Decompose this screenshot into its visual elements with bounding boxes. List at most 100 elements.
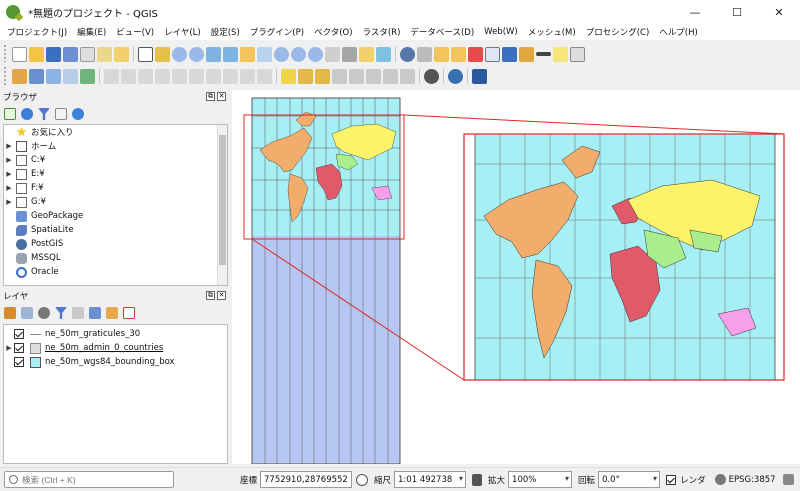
scroll-thumb[interactable]: [219, 135, 226, 265]
layer-item[interactable]: ne_50m_wgs84_bounding_box: [4, 355, 227, 369]
zoom-full-icon[interactable]: [223, 46, 238, 62]
layer-item[interactable]: ▶ ne_50m_admin_0_countries: [4, 341, 227, 355]
expand-arrow-icon[interactable]: ▶: [4, 184, 14, 192]
toolbar-grip[interactable]: [4, 45, 8, 63]
refresh-icon[interactable]: [376, 46, 391, 62]
locator-bar[interactable]: [4, 471, 174, 488]
map-tips-icon[interactable]: [553, 46, 568, 62]
new-print-layout-icon[interactable]: [80, 46, 95, 62]
menu-web[interactable]: Web(W): [479, 27, 523, 37]
zoom-native-icon[interactable]: [274, 46, 289, 62]
digitize-pencil-icon[interactable]: [104, 68, 119, 84]
layer-visibility-checkbox[interactable]: [14, 343, 24, 353]
virtual-layer-icon[interactable]: [63, 68, 78, 84]
undock-icon[interactable]: ⧉: [206, 92, 215, 101]
text-annotation-icon[interactable]: [570, 46, 585, 62]
data-source-manager-icon[interactable]: [12, 68, 27, 84]
filter-icon[interactable]: [38, 108, 50, 120]
layout-manager-icon[interactable]: [97, 46, 112, 62]
zoom-in-icon[interactable]: [172, 46, 187, 62]
paste-icon[interactable]: [223, 68, 238, 84]
pin-labels-icon[interactable]: [332, 68, 347, 84]
map-canvas[interactable]: [232, 90, 800, 464]
zoom-to-layer-icon[interactable]: [257, 46, 272, 62]
minimize-button[interactable]: —: [674, 0, 716, 24]
new-shapefile-icon[interactable]: [80, 68, 95, 84]
menu-settings[interactable]: 設定(S): [206, 26, 245, 38]
layer-labeling-icon[interactable]: [298, 68, 313, 84]
menu-help[interactable]: ヘルプ(H): [654, 26, 703, 38]
menu-raster[interactable]: ラスタ(R): [358, 26, 406, 38]
undock-icon[interactable]: ⧉: [206, 291, 215, 300]
magnifier-spinbox[interactable]: 100%: [508, 471, 573, 488]
browser-item[interactable]: ▶ E:¥: [4, 167, 227, 181]
browser-item[interactable]: ▶ ホーム: [4, 139, 227, 153]
cut-icon[interactable]: [189, 68, 204, 84]
zoom-to-selection-icon[interactable]: [240, 46, 255, 62]
menu-processing[interactable]: プロセシング(C): [581, 26, 655, 38]
add-feature-icon[interactable]: [138, 68, 153, 84]
measure-icon[interactable]: [536, 52, 551, 56]
browser-item[interactable]: お気に入り: [4, 125, 227, 139]
browser-item[interactable]: SpatiaLite: [4, 223, 227, 237]
coordinate-field[interactable]: 7752910,28769552: [260, 471, 353, 488]
browser-item[interactable]: MSSQL: [4, 251, 227, 265]
browser-item[interactable]: ▶ F:¥: [4, 181, 227, 195]
menu-plugins[interactable]: プラグイン(P): [245, 26, 309, 38]
expand-arrow-icon[interactable]: ▶: [4, 344, 14, 352]
menu-vector[interactable]: ベクタ(O): [309, 26, 357, 38]
actions-icon[interactable]: [417, 46, 432, 62]
scale-combobox[interactable]: 1:01 492738: [394, 471, 467, 488]
copy-icon[interactable]: [206, 68, 221, 84]
refresh-icon[interactable]: [21, 108, 33, 120]
layer-styling-icon[interactable]: [4, 307, 16, 319]
menu-layer[interactable]: レイヤ(L): [159, 26, 206, 38]
menu-project[interactable]: プロジェクト(J): [2, 26, 72, 38]
new-project-icon[interactable]: [12, 46, 27, 62]
style-manager-icon[interactable]: [114, 46, 129, 62]
close-panel-icon[interactable]: ✕: [217, 291, 226, 300]
remove-layer-icon[interactable]: [123, 307, 135, 319]
map-view[interactable]: [232, 90, 800, 464]
undo-icon[interactable]: [240, 68, 255, 84]
save-edits-icon[interactable]: [121, 68, 136, 84]
menu-edit[interactable]: 編集(E): [72, 26, 111, 38]
open-project-icon[interactable]: [29, 46, 44, 62]
menu-view[interactable]: ビュー(V): [111, 26, 159, 38]
filter-by-expression-icon[interactable]: [72, 307, 84, 319]
toggle-extents-icon[interactable]: [356, 473, 369, 486]
save-project-icon[interactable]: [46, 46, 61, 62]
crs-label[interactable]: EPSG:3857: [729, 475, 776, 485]
save-as-icon[interactable]: [63, 46, 78, 62]
collapse-all-icon[interactable]: [55, 108, 67, 120]
python-console-icon[interactable]: [448, 68, 463, 84]
pan-icon[interactable]: [138, 46, 153, 62]
layer-visibility-checkbox[interactable]: [14, 329, 24, 339]
expand-arrow-icon[interactable]: ▶: [4, 170, 14, 178]
select-by-value-icon[interactable]: [451, 46, 466, 62]
info-icon[interactable]: [72, 108, 84, 120]
field-calculator-icon[interactable]: [502, 46, 517, 62]
add-vector-layer-icon[interactable]: [46, 68, 61, 84]
crs-globe-icon[interactable]: [714, 474, 726, 485]
close-button[interactable]: ✕: [758, 0, 800, 24]
menu-database[interactable]: データベース(D): [405, 26, 479, 38]
toolbar-grip[interactable]: [4, 67, 8, 85]
label-icon[interactable]: [281, 68, 296, 84]
attribute-table-icon[interactable]: [485, 46, 500, 62]
visibility-eye-icon[interactable]: [38, 307, 50, 319]
expand-arrow-icon[interactable]: ▶: [4, 198, 14, 206]
rotation-spinbox[interactable]: 0.0°: [598, 471, 661, 488]
filter-icon[interactable]: [55, 307, 67, 319]
add-selected-layers-icon[interactable]: [4, 108, 16, 120]
browser-item[interactable]: Oracle: [4, 265, 227, 279]
layer-visibility-checkbox[interactable]: [14, 357, 24, 367]
new-map-view-icon[interactable]: [325, 46, 340, 62]
rotate-label-icon[interactable]: [383, 68, 398, 84]
add-group-icon[interactable]: [21, 307, 33, 319]
browser-item[interactable]: ▶ C:¥: [4, 153, 227, 167]
expand-arrow-icon[interactable]: ▶: [4, 156, 14, 164]
delete-selected-icon[interactable]: [172, 68, 187, 84]
close-panel-icon[interactable]: ✕: [217, 92, 226, 101]
messages-icon[interactable]: [782, 474, 794, 485]
